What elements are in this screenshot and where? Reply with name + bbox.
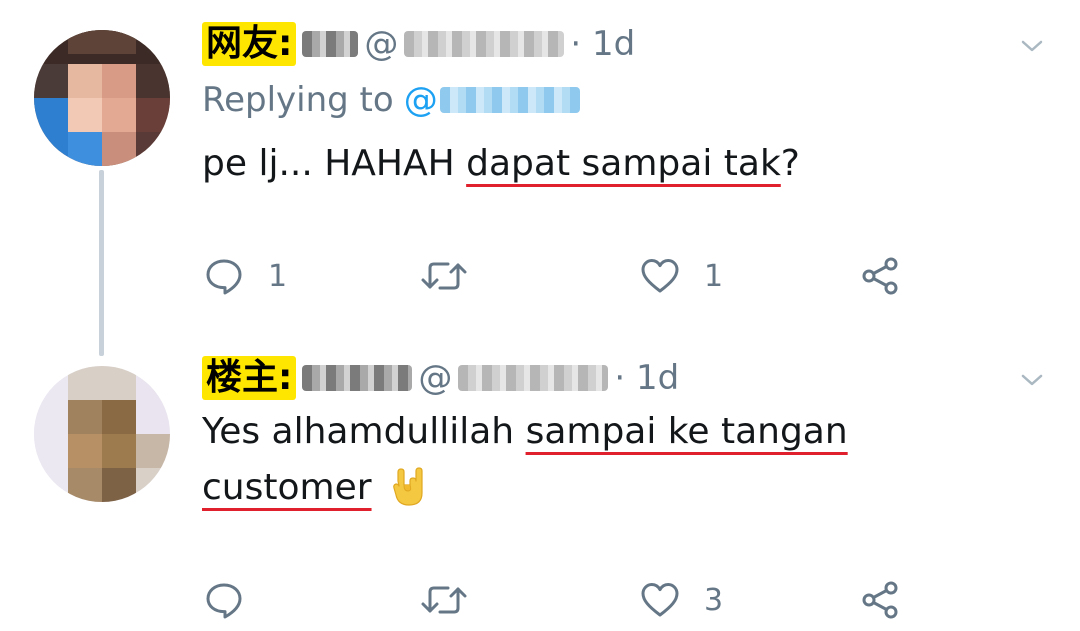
reply-text-highlighted: sampai ke tangan bbox=[525, 411, 848, 452]
retweet-button[interactable] bbox=[420, 578, 492, 622]
like-count: 3 bbox=[704, 582, 724, 618]
pixelated-avatar-image bbox=[34, 30, 170, 166]
reply-text-line-1: Yes alhamdullilah sampai ke tangan bbox=[202, 404, 848, 460]
timestamp[interactable]: · 1d bbox=[614, 358, 679, 398]
handle-at-symbol: @ bbox=[364, 24, 399, 64]
share-button[interactable] bbox=[860, 578, 900, 622]
avatar[interactable] bbox=[34, 30, 170, 166]
reply-text-suffix: ? bbox=[780, 143, 800, 184]
like-button[interactable]: 3 bbox=[640, 578, 723, 622]
handle-blurred[interactable] bbox=[458, 365, 609, 391]
commenter-label: 楼主: bbox=[202, 356, 297, 400]
reply-header: 楼主: @ · 1d bbox=[202, 352, 679, 404]
reply-text-plain: pe lj... HAHAH bbox=[202, 143, 467, 184]
mention-handle-blurred[interactable] bbox=[439, 87, 580, 113]
like-count: 1 bbox=[704, 258, 724, 294]
retweet-icon bbox=[421, 586, 467, 614]
reply-text-line-2: customer bbox=[202, 460, 848, 516]
mention-at-symbol[interactable]: @ bbox=[404, 80, 438, 120]
reply-text-highlighted: customer bbox=[202, 467, 372, 508]
like-button[interactable]: 1 bbox=[640, 254, 723, 298]
action-bar: 1 1 bbox=[204, 254, 924, 298]
display-name-blurred[interactable] bbox=[302, 365, 413, 391]
share-button[interactable] bbox=[860, 254, 900, 298]
chevron-down-icon[interactable] bbox=[1020, 34, 1044, 58]
reply-text: Yes alhamdullilah sampai ke tangan custo… bbox=[202, 404, 848, 516]
share-icon bbox=[862, 581, 898, 619]
replying-to-label: Replying to bbox=[202, 80, 394, 120]
share-icon bbox=[862, 257, 898, 295]
reply-text: pe lj... HAHAH dapat sampai tak? bbox=[202, 136, 800, 192]
retweet-button[interactable] bbox=[420, 254, 492, 298]
thread-connector-line bbox=[99, 170, 104, 356]
heart-icon bbox=[641, 583, 679, 617]
avatar[interactable] bbox=[34, 366, 170, 502]
reply-count: 1 bbox=[268, 258, 288, 294]
chevron-down-icon[interactable] bbox=[1020, 368, 1044, 392]
reply-text-plain: Yes alhamdullilah bbox=[202, 411, 526, 452]
handle-blurred[interactable] bbox=[404, 31, 565, 57]
comment-icon bbox=[206, 583, 242, 619]
rock-on-hand-emoji-icon bbox=[392, 467, 423, 506]
comment-icon bbox=[206, 259, 242, 295]
replying-to-line: Replying to @ bbox=[202, 80, 586, 120]
timestamp[interactable]: · 1d bbox=[570, 24, 635, 64]
reply-button[interactable] bbox=[204, 578, 268, 622]
commenter-label: 网友: bbox=[202, 22, 297, 66]
display-name-blurred[interactable] bbox=[302, 31, 359, 57]
reply-text-highlighted: dapat sampai tak bbox=[466, 143, 781, 184]
action-bar: 3 bbox=[204, 578, 924, 622]
retweet-icon bbox=[421, 262, 467, 290]
heart-icon bbox=[641, 259, 679, 293]
handle-at-symbol: @ bbox=[418, 358, 453, 398]
pixelated-avatar-image bbox=[34, 366, 170, 502]
reply-button[interactable]: 1 bbox=[204, 254, 287, 298]
reply-header: 网友: @ · 1d bbox=[202, 18, 635, 70]
